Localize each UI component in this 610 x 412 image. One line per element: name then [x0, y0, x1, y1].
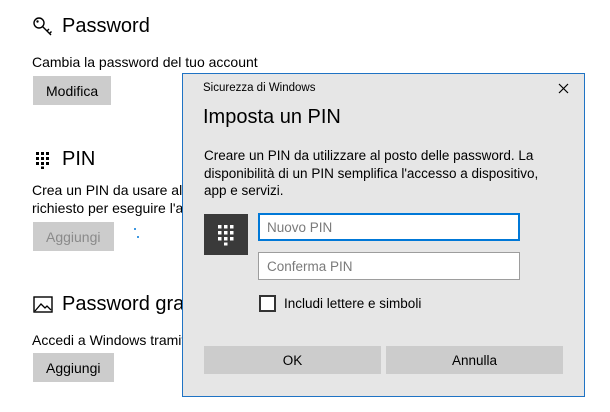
password-title-label: Password — [62, 15, 150, 37]
password-section-title: Password — [32, 15, 150, 38]
include-letters-symbols-checkbox-row[interactable]: Includi lettere e simboli — [259, 295, 421, 312]
pin-description-line1: Crea un PIN da usare al po — [32, 182, 202, 198]
picture-password-description: Accedi a Windows tramite — [32, 332, 194, 348]
pin-description-line2: richiesto per eseguire l'ac — [32, 200, 191, 216]
picture-icon — [32, 294, 54, 316]
change-password-button[interactable]: Modifica — [33, 76, 112, 105]
new-pin-input[interactable] — [258, 213, 520, 241]
dialog-titlebar: Sicurezza di Windows — [183, 74, 584, 104]
close-icon[interactable] — [557, 82, 570, 95]
pin-keypad-icon — [204, 214, 248, 255]
ok-button[interactable]: OK — [204, 346, 381, 374]
dialog-heading: Imposta un PIN — [203, 106, 341, 128]
confirm-pin-input[interactable] — [258, 252, 520, 280]
picture-password-section-title: Password grafic — [32, 293, 204, 316]
include-letters-symbols-checkbox[interactable] — [259, 295, 276, 312]
key-icon — [32, 16, 54, 38]
add-pin-button[interactable]: Aggiungi — [33, 222, 114, 251]
dialog-window-title: Sicurezza di Windows — [203, 82, 316, 94]
dialog-body-text: Creare un PIN da utilizzare al posto del… — [204, 148, 539, 198]
set-pin-dialog: Sicurezza di Windows Imposta un PIN Crea… — [182, 73, 585, 397]
include-letters-symbols-label[interactable]: Includi lettere e simboli — [284, 296, 421, 311]
add-picture-password-button[interactable]: Aggiungi — [33, 353, 114, 382]
pin-title-label: PIN — [62, 148, 96, 170]
pin-section-title: PIN — [32, 148, 95, 171]
password-description: Cambia la password del tuo account — [32, 54, 258, 70]
cancel-button[interactable]: Annulla — [386, 346, 563, 374]
keypad-icon — [32, 149, 54, 171]
